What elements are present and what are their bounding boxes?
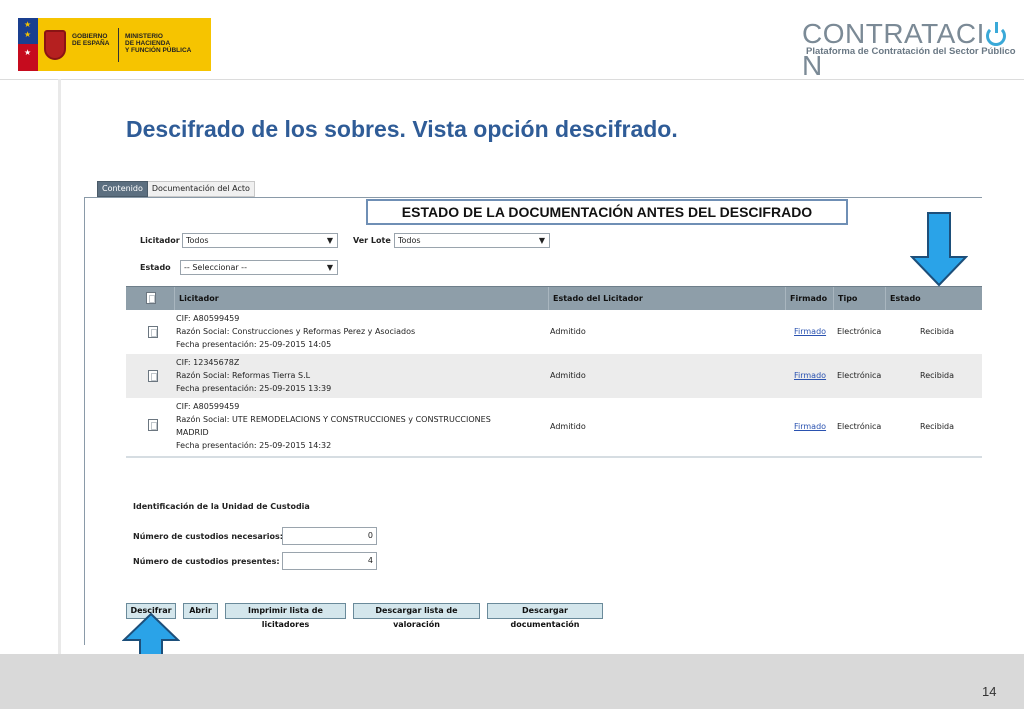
row-cif: CIF: 12345678Z bbox=[176, 358, 240, 367]
select-all-cell bbox=[126, 287, 174, 311]
col-licitador[interactable]: Licitador bbox=[174, 287, 548, 311]
row-tipo: Electrónica bbox=[837, 371, 882, 380]
brand-subtitle: Plataforma de Contratación del Sector Pú… bbox=[806, 46, 1016, 57]
licitador-select[interactable]: Todos ▼ bbox=[182, 233, 338, 248]
row-cif: CIF: A80599459 bbox=[176, 402, 240, 411]
estado-select[interactable]: -- Seleccionar -- ▼ bbox=[180, 260, 338, 275]
row-firmado-link[interactable]: Firmado bbox=[794, 326, 826, 338]
row-razon-social: Razón Social: Reformas Tierra S.L bbox=[176, 371, 311, 380]
imprimir-lista-button[interactable]: Imprimir lista de licitadores bbox=[225, 603, 346, 629]
ver-lote-label: Ver Lote bbox=[353, 236, 391, 245]
status-callout: ESTADO DE LA DOCUMENTACIÓN ANTES DEL DES… bbox=[366, 199, 848, 225]
tab-contenido[interactable]: Contenido bbox=[97, 181, 148, 197]
custodios-presentes-label: Número de custodios presentes: bbox=[133, 557, 280, 566]
slide-footer bbox=[0, 654, 1024, 709]
col-estado-documentacion[interactable]: Estado Documentación bbox=[885, 287, 982, 327]
row-firmado-link[interactable]: Firmado bbox=[794, 421, 826, 433]
page-number: 14 bbox=[982, 684, 997, 699]
row-estado: Admitido bbox=[550, 422, 586, 431]
licitador-label: Licitador bbox=[140, 236, 180, 245]
row-fecha: Fecha presentación: 25-09-2015 14:05 bbox=[176, 340, 332, 349]
row-checkbox[interactable] bbox=[148, 419, 158, 431]
col-firmado[interactable]: Firmado bbox=[785, 287, 833, 311]
row-estado-doc: Recibida bbox=[920, 327, 955, 336]
row-firmado-link[interactable]: Firmado bbox=[794, 370, 826, 382]
ministry-name: MINISTERIO DE HACIENDA Y FUNCIÓN PÚBLICA bbox=[125, 33, 192, 54]
table-row: CIF: A80599459 Razón Social: Construccio… bbox=[126, 310, 982, 354]
row-fecha: Fecha presentación: 25-09-2015 14:32 bbox=[176, 441, 332, 450]
row-fecha: Fecha presentación: 25-09-2015 13:39 bbox=[176, 384, 332, 393]
col-estado-licitador[interactable]: Estado del Licitador bbox=[548, 287, 785, 311]
table-row: CIF: 12345678Z Razón Social: Reformas Ti… bbox=[126, 354, 982, 398]
descargar-valoracion-button[interactable]: Descargar lista de valoración bbox=[353, 603, 480, 629]
select-all-checkbox[interactable] bbox=[146, 292, 156, 304]
dropdown-arrow-icon: ▼ bbox=[326, 263, 333, 272]
custody-title: Identificación de la Unidad de Custodia bbox=[133, 502, 310, 511]
estado-label: Estado bbox=[140, 263, 171, 272]
row-cif: CIF: A80599459 bbox=[176, 314, 240, 323]
gov-name: GOBIERNO DE ESPAÑA bbox=[72, 33, 110, 47]
power-icon bbox=[985, 21, 1006, 46]
ver-lote-select[interactable]: Todos ▼ bbox=[394, 233, 550, 248]
row-razon-social: Razón Social: Construcciones y Reformas … bbox=[176, 327, 416, 336]
col-tipo[interactable]: Tipo bbox=[833, 287, 885, 311]
row-checkbox[interactable] bbox=[148, 370, 158, 382]
descargar-documentacion-button[interactable]: Descargar documentación bbox=[487, 603, 603, 629]
dropdown-arrow-icon: ▼ bbox=[326, 236, 333, 245]
custodios-necesarios-label: Número de custodios necesarios: bbox=[133, 532, 283, 541]
gobierno-espana-logo: ★ ★ ★ GOBIERNO DE ESPAÑA MINISTERIO DE H… bbox=[18, 18, 211, 71]
tab-documentacion-acto[interactable]: Documentación del Acto bbox=[147, 181, 255, 197]
row-estado: Admitido bbox=[550, 371, 586, 380]
custodios-presentes-input[interactable]: 4 bbox=[282, 552, 377, 570]
row-estado-doc: Recibida bbox=[920, 371, 955, 380]
row-tipo: Electrónica bbox=[837, 422, 882, 431]
table-header: Licitador Estado del Licitador Firmado T… bbox=[126, 286, 982, 327]
abrir-button[interactable]: Abrir bbox=[183, 603, 218, 619]
tab-bar: Contenido Documentación del Acto bbox=[97, 181, 255, 197]
slide-title: Descifrado de los sobres. Vista opción d… bbox=[126, 116, 678, 142]
row-tipo: Electrónica bbox=[837, 327, 882, 336]
row-razon-social-cont: MADRID bbox=[176, 428, 209, 437]
row-estado-doc: Recibida bbox=[920, 422, 955, 431]
row-razon-social: Razón Social: UTE REMODELACIONS Y CONSTR… bbox=[176, 415, 491, 424]
row-estado: Admitido bbox=[550, 327, 586, 336]
table-row: CIF: A80599459 Razón Social: UTE REMODEL… bbox=[126, 398, 982, 456]
custodios-necesarios-input[interactable]: 0 bbox=[282, 527, 377, 545]
coat-of-arms-icon bbox=[38, 18, 72, 71]
dropdown-arrow-icon: ▼ bbox=[538, 236, 545, 245]
spain-eu-flag-icon: ★ ★ ★ bbox=[18, 18, 38, 71]
row-checkbox[interactable] bbox=[148, 326, 158, 338]
